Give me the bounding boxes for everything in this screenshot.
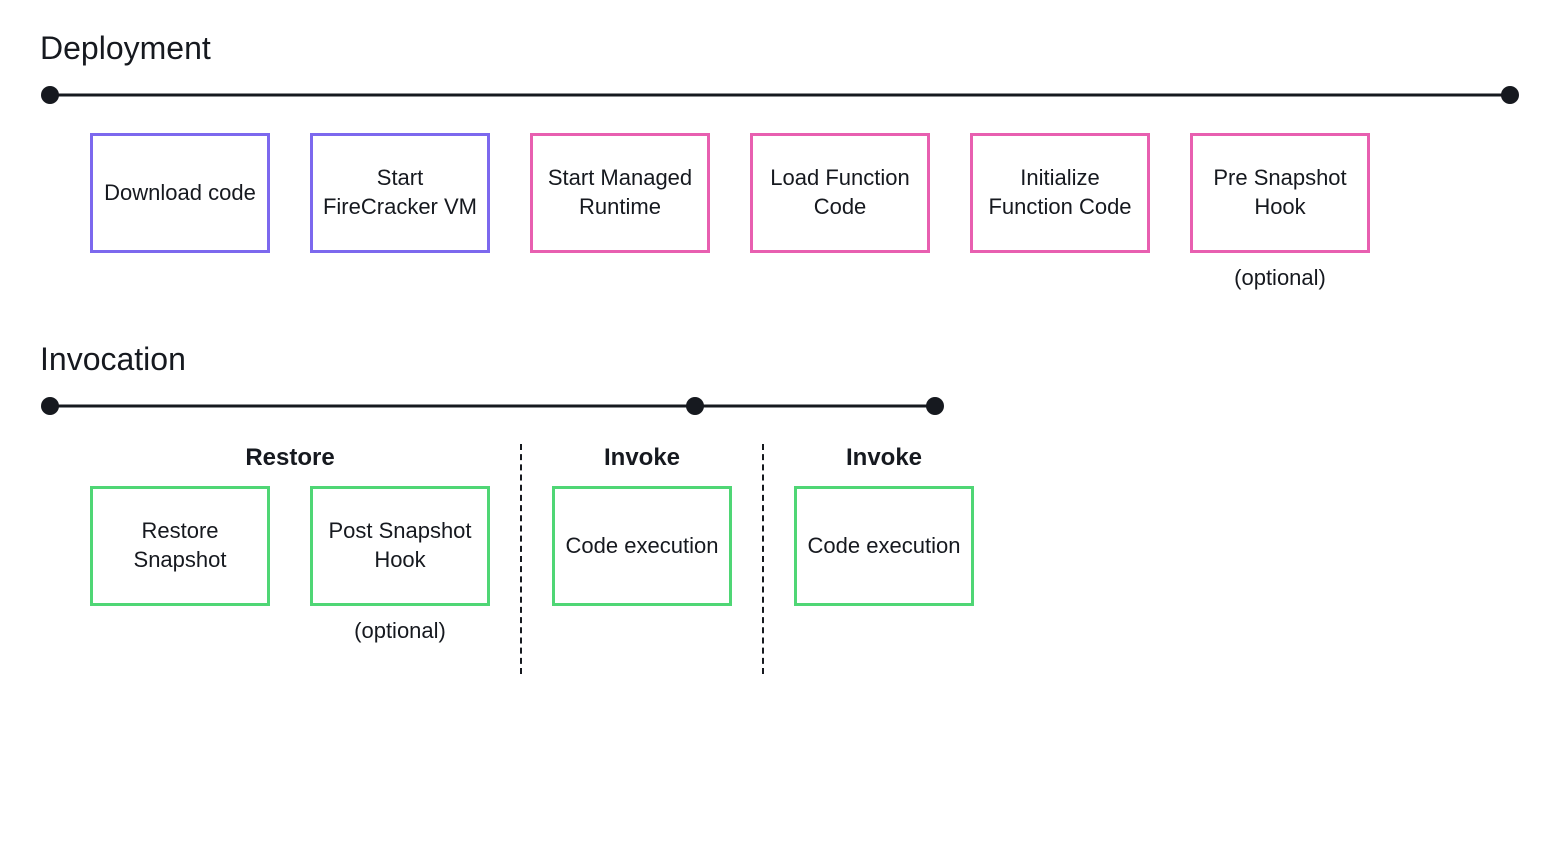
invocation-step: Code execution: [552, 486, 732, 606]
step-box: Download code: [90, 133, 270, 253]
phase-label: Restore: [245, 444, 334, 472]
step-box: Initialize Function Code: [970, 133, 1150, 253]
phase-restore: Restore Restore Snapshot Post Snapshot H…: [90, 444, 490, 674]
invocation-title: Invocation: [40, 341, 1520, 378]
deployment-boxes-row: Download code Start FireCracker VM Start…: [40, 133, 1520, 291]
deployment-section: Deployment Download code Start FireCrack…: [40, 30, 1520, 291]
phase-boxes: Code execution: [552, 486, 732, 606]
timeline-line: [50, 94, 1510, 97]
invocation-section: Invocation Restore Restore Snapshot Post…: [40, 341, 1520, 674]
step-box: Post Snapshot Hook: [310, 486, 490, 606]
deployment-step: Load Function Code: [750, 133, 930, 291]
invocation-row: Restore Restore Snapshot Post Snapshot H…: [40, 444, 1520, 674]
deployment-step: Start FireCracker VM: [310, 133, 490, 291]
phase-invoke-1: Invoke Code execution: [552, 444, 732, 674]
deployment-step: Initialize Function Code: [970, 133, 1150, 291]
phase-separator: [520, 444, 522, 674]
step-box: Code execution: [794, 486, 974, 606]
phase-separator: [762, 444, 764, 674]
phase-invoke-2: Invoke Code execution: [794, 444, 974, 674]
timeline-dot-mid: [686, 397, 704, 415]
timeline-line: [50, 405, 935, 408]
invocation-step: Code execution: [794, 486, 974, 606]
phase-boxes: Code execution: [794, 486, 974, 606]
step-sublabel: (optional): [1234, 265, 1326, 291]
step-box: Restore Snapshot: [90, 486, 270, 606]
invocation-timeline: [40, 396, 945, 416]
timeline-dot-end: [1501, 86, 1519, 104]
deployment-step: Pre Snapshot Hook (optional): [1190, 133, 1370, 291]
phase-label: Invoke: [846, 444, 922, 472]
deployment-title: Deployment: [40, 30, 1520, 67]
step-box: Load Function Code: [750, 133, 930, 253]
step-box: Code execution: [552, 486, 732, 606]
step-box: Start FireCracker VM: [310, 133, 490, 253]
invocation-step: Restore Snapshot: [90, 486, 270, 644]
phase-label: Invoke: [604, 444, 680, 472]
deployment-timeline: [40, 85, 1520, 105]
step-sublabel: (optional): [354, 618, 446, 644]
deployment-step: Download code: [90, 133, 270, 291]
deployment-step: Start Managed Runtime: [530, 133, 710, 291]
step-box: Pre Snapshot Hook: [1190, 133, 1370, 253]
phase-boxes: Restore Snapshot Post Snapshot Hook (opt…: [90, 486, 490, 644]
timeline-dot-end: [926, 397, 944, 415]
timeline-dot-start: [41, 86, 59, 104]
invocation-step: Post Snapshot Hook (optional): [310, 486, 490, 644]
timeline-dot-start: [41, 397, 59, 415]
step-box: Start Managed Runtime: [530, 133, 710, 253]
